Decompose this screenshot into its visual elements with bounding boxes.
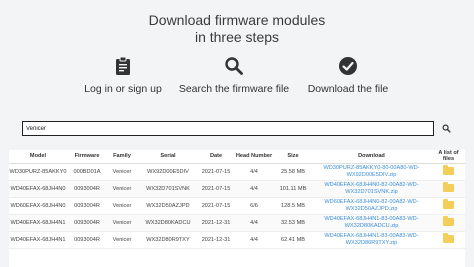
cell-head-number: 4/4 bbox=[233, 214, 275, 232]
step-download-label: Download the file bbox=[307, 83, 389, 95]
cell-size: 101.11 MB bbox=[275, 180, 311, 198]
page-title-line1: Download firmware modules bbox=[148, 12, 326, 28]
download-link[interactable]: WD40EFAX-68JH4N1-83-00A83-WD- WX32D80R9TX… bbox=[311, 231, 432, 249]
column-header-head-number[interactable]: Head Number bbox=[233, 150, 275, 164]
search-input[interactable] bbox=[22, 121, 434, 136]
download-link-line1[interactable]: WD40EFAX-68JH4N1-83-00A83-WD- bbox=[311, 233, 432, 240]
download-link-line1[interactable]: WD60EFAX-68JH4N0-82-00A82-WD- bbox=[311, 199, 432, 206]
cell-serial: WX32D50AZJPD bbox=[137, 197, 199, 215]
cell-model: WD60EFAX-68JH4N0 bbox=[9, 197, 67, 215]
page-title-line2: in three steps bbox=[194, 29, 280, 45]
cell-family: Venicer bbox=[107, 163, 137, 181]
cell-family: Venicer bbox=[107, 180, 137, 198]
search-button[interactable] bbox=[436, 121, 456, 136]
cell-size: 32.53 MB bbox=[275, 214, 311, 232]
cell-serial: WX32D80KADCU bbox=[137, 214, 199, 232]
search-icon bbox=[442, 124, 451, 133]
file-list-cell bbox=[432, 214, 465, 232]
cell-size: 25.58 MB bbox=[275, 163, 311, 181]
download-link-line1[interactable]: WD40EFAX-68JH4N1-83-00A83-WD- bbox=[311, 216, 432, 223]
download-link-line1[interactable]: WD40EFAX-68JH4N0-82-00A82-WD- bbox=[311, 182, 432, 189]
step-search: Search the firmware file bbox=[169, 56, 299, 95]
steps-row: Log in or sign up Search the firmware fi… bbox=[0, 56, 474, 100]
table-row: WD60EFAX-68JH4N0 0093004R Venicer WX32D50AZ… bbox=[9, 197, 465, 215]
cell-head-number: 4/4 bbox=[233, 231, 275, 249]
step-download: Download the file bbox=[283, 56, 413, 95]
cell-family: Venicer bbox=[107, 231, 137, 249]
cell-date: 2021-12-31 bbox=[199, 214, 233, 232]
table-header-row: Model Firmware Family Serial Date Head N… bbox=[9, 150, 465, 164]
cell-family: Venicer bbox=[107, 214, 137, 232]
cell-serial: WX92D00E5DIV bbox=[137, 163, 199, 181]
column-header-firmware[interactable]: Firmware bbox=[67, 150, 107, 164]
cell-head-number: 6/6 bbox=[233, 197, 275, 215]
cell-head-number: 4/4 bbox=[233, 180, 275, 198]
column-header-date[interactable]: Date bbox=[199, 150, 233, 164]
cell-size: 62.41 MB bbox=[275, 231, 311, 249]
cell-firmware: 000BD01A bbox=[67, 163, 107, 181]
download-link-line2[interactable]: WX32D50AZJPD.zip bbox=[311, 206, 432, 213]
table-row: WD40EFAX-68JH4N0 0093004R Venicer WX32D701S… bbox=[9, 180, 465, 198]
search-icon bbox=[225, 57, 243, 75]
cell-firmware: 0093004R bbox=[67, 231, 107, 249]
download-link[interactable]: WD40EFAX-68JH4N0-82-00A82-WD- WX32D701SVN… bbox=[311, 180, 432, 198]
download-link-line2[interactable]: WX32D80R9TXY.zip bbox=[311, 240, 432, 247]
step-search-label: Search the firmware file bbox=[178, 83, 290, 95]
cell-model: WD40EFAX-68JH4N1 bbox=[9, 231, 67, 249]
cell-serial: WX32D80R9TXY bbox=[137, 231, 199, 249]
clipboard-icon bbox=[116, 56, 130, 75]
download-link-line2[interactable]: WX32D80KADCU.zip bbox=[311, 223, 432, 230]
cell-model: WD30PURZ-85AKKY0 bbox=[9, 163, 67, 181]
column-header-size[interactable]: Size bbox=[275, 150, 311, 164]
column-header-serial[interactable]: Serial bbox=[137, 150, 199, 164]
table-row: WD40EFAX-68JH4N1 0093004R Venicer WX32D80KA… bbox=[9, 214, 465, 232]
folder-icon[interactable] bbox=[443, 164, 454, 175]
folder-icon[interactable] bbox=[443, 181, 454, 192]
cell-firmware: 0093004R bbox=[67, 180, 107, 198]
cell-firmware: 0093004R bbox=[67, 197, 107, 215]
column-header-files[interactable]: A list of files bbox=[432, 150, 465, 164]
download-link[interactable]: WD40EFAX-68JH4N1-83-00A83-WD- WX32D80KADC… bbox=[311, 214, 432, 232]
download-link[interactable]: WD30PURZ-85AKKY0-80-00A80-WD- WX92D00E5DI… bbox=[311, 163, 432, 181]
file-list-cell bbox=[432, 180, 465, 198]
column-header-model[interactable]: Model bbox=[9, 150, 67, 164]
check-circle-icon bbox=[339, 57, 357, 75]
download-link-line2[interactable]: WX92D00E5DIV.zip bbox=[311, 172, 432, 179]
file-list-cell bbox=[432, 163, 465, 181]
firmware-table: Model Firmware Family Serial Date Head N… bbox=[9, 150, 465, 267]
page-header: Download firmware modules in three steps bbox=[0, 12, 474, 46]
cell-serial: WX32D701SVNK bbox=[137, 180, 199, 198]
cell-head-number: 4/4 bbox=[233, 163, 275, 181]
cell-model: WD40EFAX-68JH4N0 bbox=[9, 180, 67, 198]
folder-icon[interactable] bbox=[443, 232, 454, 243]
table-row: WD40EFAX-68JH4N1 0093004R Venicer WX32D80R9… bbox=[9, 231, 465, 249]
cell-date: 2021-07-15 bbox=[199, 163, 233, 181]
table-row: WD30PURZ-85AKKY0 000BD01A Venicer WX92D00E5… bbox=[9, 163, 465, 181]
cell-date: 2021-12-31 bbox=[199, 231, 233, 249]
cell-size: 128.5 MB bbox=[275, 197, 311, 215]
cell-date: 2021-07-15 bbox=[199, 180, 233, 198]
file-list-cell bbox=[432, 197, 465, 215]
folder-icon[interactable] bbox=[443, 215, 454, 226]
cell-model: WD40EFAX-68JH4N1 bbox=[9, 214, 67, 232]
download-link-line1[interactable]: WD30PURZ-85AKKY0-80-00A80-WD- bbox=[311, 165, 432, 172]
cell-date: 2021-07-15 bbox=[199, 197, 233, 215]
column-header-download[interactable]: Download bbox=[311, 150, 432, 164]
folder-icon[interactable] bbox=[443, 198, 454, 209]
download-link-line2[interactable]: WX32D701SVNK.zip bbox=[311, 189, 432, 196]
cell-family: Venicer bbox=[107, 197, 137, 215]
column-header-family[interactable]: Family bbox=[107, 150, 137, 164]
download-link[interactable]: WD60EFAX-68JH4N0-82-00A82-WD- WX32D50AZJP… bbox=[311, 197, 432, 215]
search-bar bbox=[22, 121, 456, 136]
file-list-cell bbox=[432, 231, 465, 249]
cell-firmware: 0093004R bbox=[67, 214, 107, 232]
